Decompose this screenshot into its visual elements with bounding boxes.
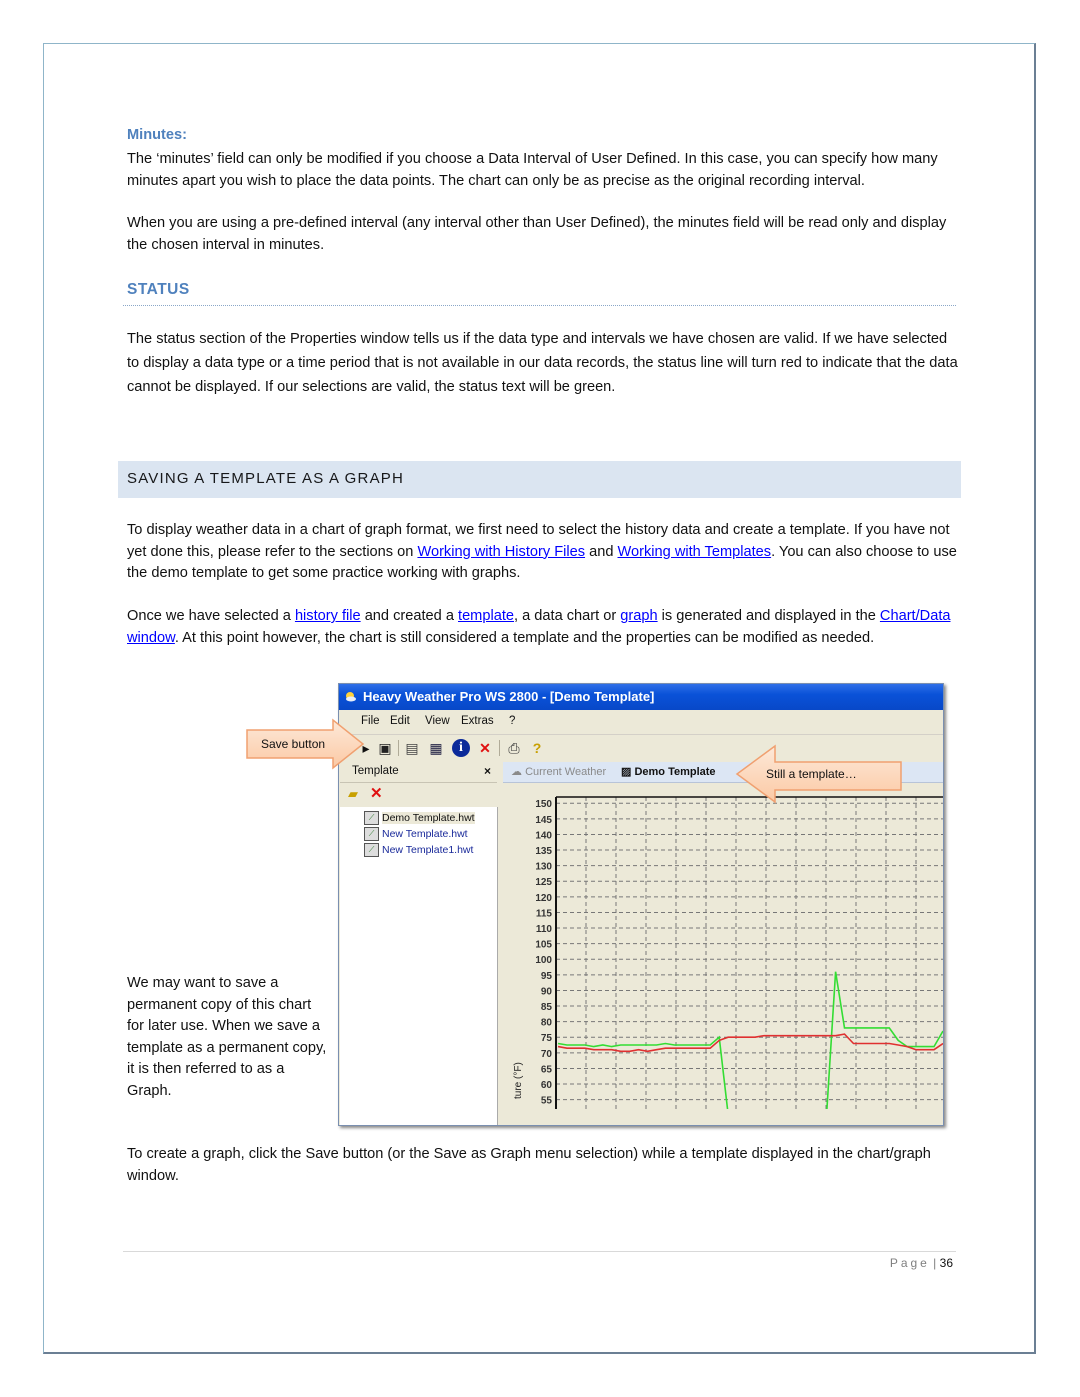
y-tick-label: 65 bbox=[541, 1064, 553, 1075]
y-tick-label: 135 bbox=[535, 846, 552, 857]
y-tick-label: 115 bbox=[536, 908, 553, 919]
export-icon[interactable]: ▦ bbox=[427, 739, 445, 757]
info-icon[interactable]: i bbox=[452, 739, 470, 757]
template-callout-label: Still a template… bbox=[766, 767, 857, 781]
toolbar-separator bbox=[398, 740, 399, 756]
save-callout-label: Save button bbox=[261, 737, 326, 751]
y-tick-label: 140 bbox=[535, 830, 552, 841]
link-history-file[interactable]: history file bbox=[295, 608, 361, 624]
menu-bar: File Edit View Extras ? bbox=[339, 710, 943, 735]
save-icon[interactable]: ▣ bbox=[376, 739, 394, 757]
minutes-para-1: The ‘minutes’ field can only be modified… bbox=[127, 151, 938, 189]
text-run: , a data chart or bbox=[514, 608, 621, 624]
page-number: 36 bbox=[939, 1256, 953, 1270]
template-tree: ⟋ Demo Template.hwt ⟋ New Template.hwt ⟋ Ne… bbox=[340, 807, 498, 1125]
tree-item[interactable]: ⟋ New Template1.hwt bbox=[364, 843, 473, 858]
y-tick-label: 100 bbox=[535, 955, 552, 966]
properties-icon[interactable]: ▤ bbox=[403, 739, 421, 757]
footer-divider bbox=[123, 1251, 956, 1252]
print-icon[interactable]: ⎙ bbox=[505, 739, 523, 757]
y-tick-label: 110 bbox=[536, 924, 553, 935]
y-tick-label: 75 bbox=[541, 1033, 553, 1044]
tab-label: Current Weather bbox=[525, 766, 607, 778]
menu-extras[interactable]: Extras bbox=[461, 715, 494, 727]
link-templates[interactable]: Working with Templates bbox=[618, 544, 772, 560]
menu-edit[interactable]: Edit bbox=[390, 715, 410, 727]
status-para: The status section of the Properties win… bbox=[127, 331, 958, 395]
text-run: Once we have selected a bbox=[127, 608, 295, 624]
menu-view[interactable]: View bbox=[425, 715, 450, 727]
tree-item-label: Demo Template.hwt bbox=[382, 811, 475, 824]
menu-help[interactable]: ? bbox=[509, 715, 515, 727]
delete-template-icon[interactable]: ✕ bbox=[370, 784, 383, 802]
new-template-icon[interactable]: ▰ bbox=[348, 786, 358, 802]
y-tick-label: 105 bbox=[535, 940, 552, 951]
link-history-files[interactable]: Working with History Files bbox=[417, 544, 585, 560]
page-footer: Page | 36 bbox=[889, 1256, 953, 1270]
y-tick-label: 90 bbox=[541, 986, 553, 997]
status-divider bbox=[123, 305, 956, 306]
minutes-heading: Minutes: bbox=[127, 127, 187, 143]
chart-file-icon: ⟋ bbox=[364, 811, 379, 825]
minutes-para-2: When you are using a pre-defined interva… bbox=[127, 215, 947, 253]
chart-file-icon: ⟋ bbox=[364, 843, 379, 857]
tree-item[interactable]: ⟋ Demo Template.hwt bbox=[364, 811, 475, 826]
y-tick-label: 85 bbox=[541, 1002, 553, 1013]
toolbar-separator bbox=[499, 740, 500, 756]
text-run: is generated and displayed in the bbox=[657, 608, 880, 624]
tab-label: Demo Template bbox=[634, 766, 716, 778]
section-heading-band: SAVING A TEMPLATE AS A GRAPH bbox=[118, 461, 961, 498]
y-tick-label: 55 bbox=[541, 1096, 553, 1107]
window-title: Heavy Weather Pro WS 2800 - [Demo Templa… bbox=[363, 689, 655, 704]
y-tick-label: 60 bbox=[541, 1080, 553, 1091]
section-title: SAVING A TEMPLATE AS A GRAPH bbox=[127, 470, 405, 487]
tab-current-weather[interactable]: ☁ Current Weather bbox=[511, 765, 606, 778]
y-tick-label: 130 bbox=[535, 862, 552, 873]
y-tick-label: 70 bbox=[541, 1049, 553, 1060]
y-axis-label: ture (°F) bbox=[513, 1062, 524, 1099]
close-icon[interactable]: × bbox=[484, 764, 491, 778]
y-tick-label: 95 bbox=[541, 971, 553, 982]
window-titlebar: Heavy Weather Pro WS 2800 - [Demo Templa… bbox=[339, 684, 943, 710]
tree-item[interactable]: ⟋ New Template.hwt bbox=[364, 827, 468, 842]
chart-area: 150 145 140 135 130 125 120 115 110 105 100 95 90 85 8… bbox=[503, 783, 943, 1125]
help-icon[interactable]: ? bbox=[528, 739, 546, 757]
chart-file-icon: ⟋ bbox=[364, 827, 379, 841]
tree-item-label: New Template.hwt bbox=[382, 827, 468, 840]
status-heading: STATUS bbox=[127, 281, 190, 298]
tab-demo-template[interactable]: ▨ Demo Template bbox=[621, 765, 716, 778]
y-tick-label: 80 bbox=[541, 1018, 553, 1029]
y-tick-label: 120 bbox=[535, 893, 552, 904]
text-run: . At this point however, the chart is st… bbox=[174, 629, 875, 646]
y-tick-label: 150 bbox=[535, 799, 552, 810]
saving-para-2: Once we have selected a history file and… bbox=[127, 606, 962, 649]
delete-icon[interactable]: ✕ bbox=[476, 739, 494, 757]
link-graph[interactable]: graph bbox=[620, 608, 657, 624]
temperature-chart: 150 145 140 135 130 125 120 115 110 105 100 95 90 85 8… bbox=[513, 796, 943, 1115]
series-line-green bbox=[557, 971, 943, 1115]
weather-app-icon bbox=[346, 692, 356, 702]
text-run: and bbox=[585, 543, 618, 560]
saving-para-1: To display weather data in a chart of gr… bbox=[127, 520, 962, 585]
link-template[interactable]: template bbox=[458, 608, 514, 624]
side-note: We may want to save a permanent copy of … bbox=[127, 975, 327, 1099]
y-tick-label: 145 bbox=[535, 815, 552, 826]
template-pane: Template × ▰ ✕ ⟋ Demo Template.hwt ⟋ New T… bbox=[340, 762, 498, 1125]
page-word: Page bbox=[889, 1256, 930, 1270]
text-run: and created a bbox=[360, 608, 459, 624]
tree-item-label: New Template1.hwt bbox=[382, 843, 474, 856]
y-tick-label: 125 bbox=[535, 877, 552, 888]
saving-para-3: To create a graph, click the Save button… bbox=[127, 1146, 931, 1184]
